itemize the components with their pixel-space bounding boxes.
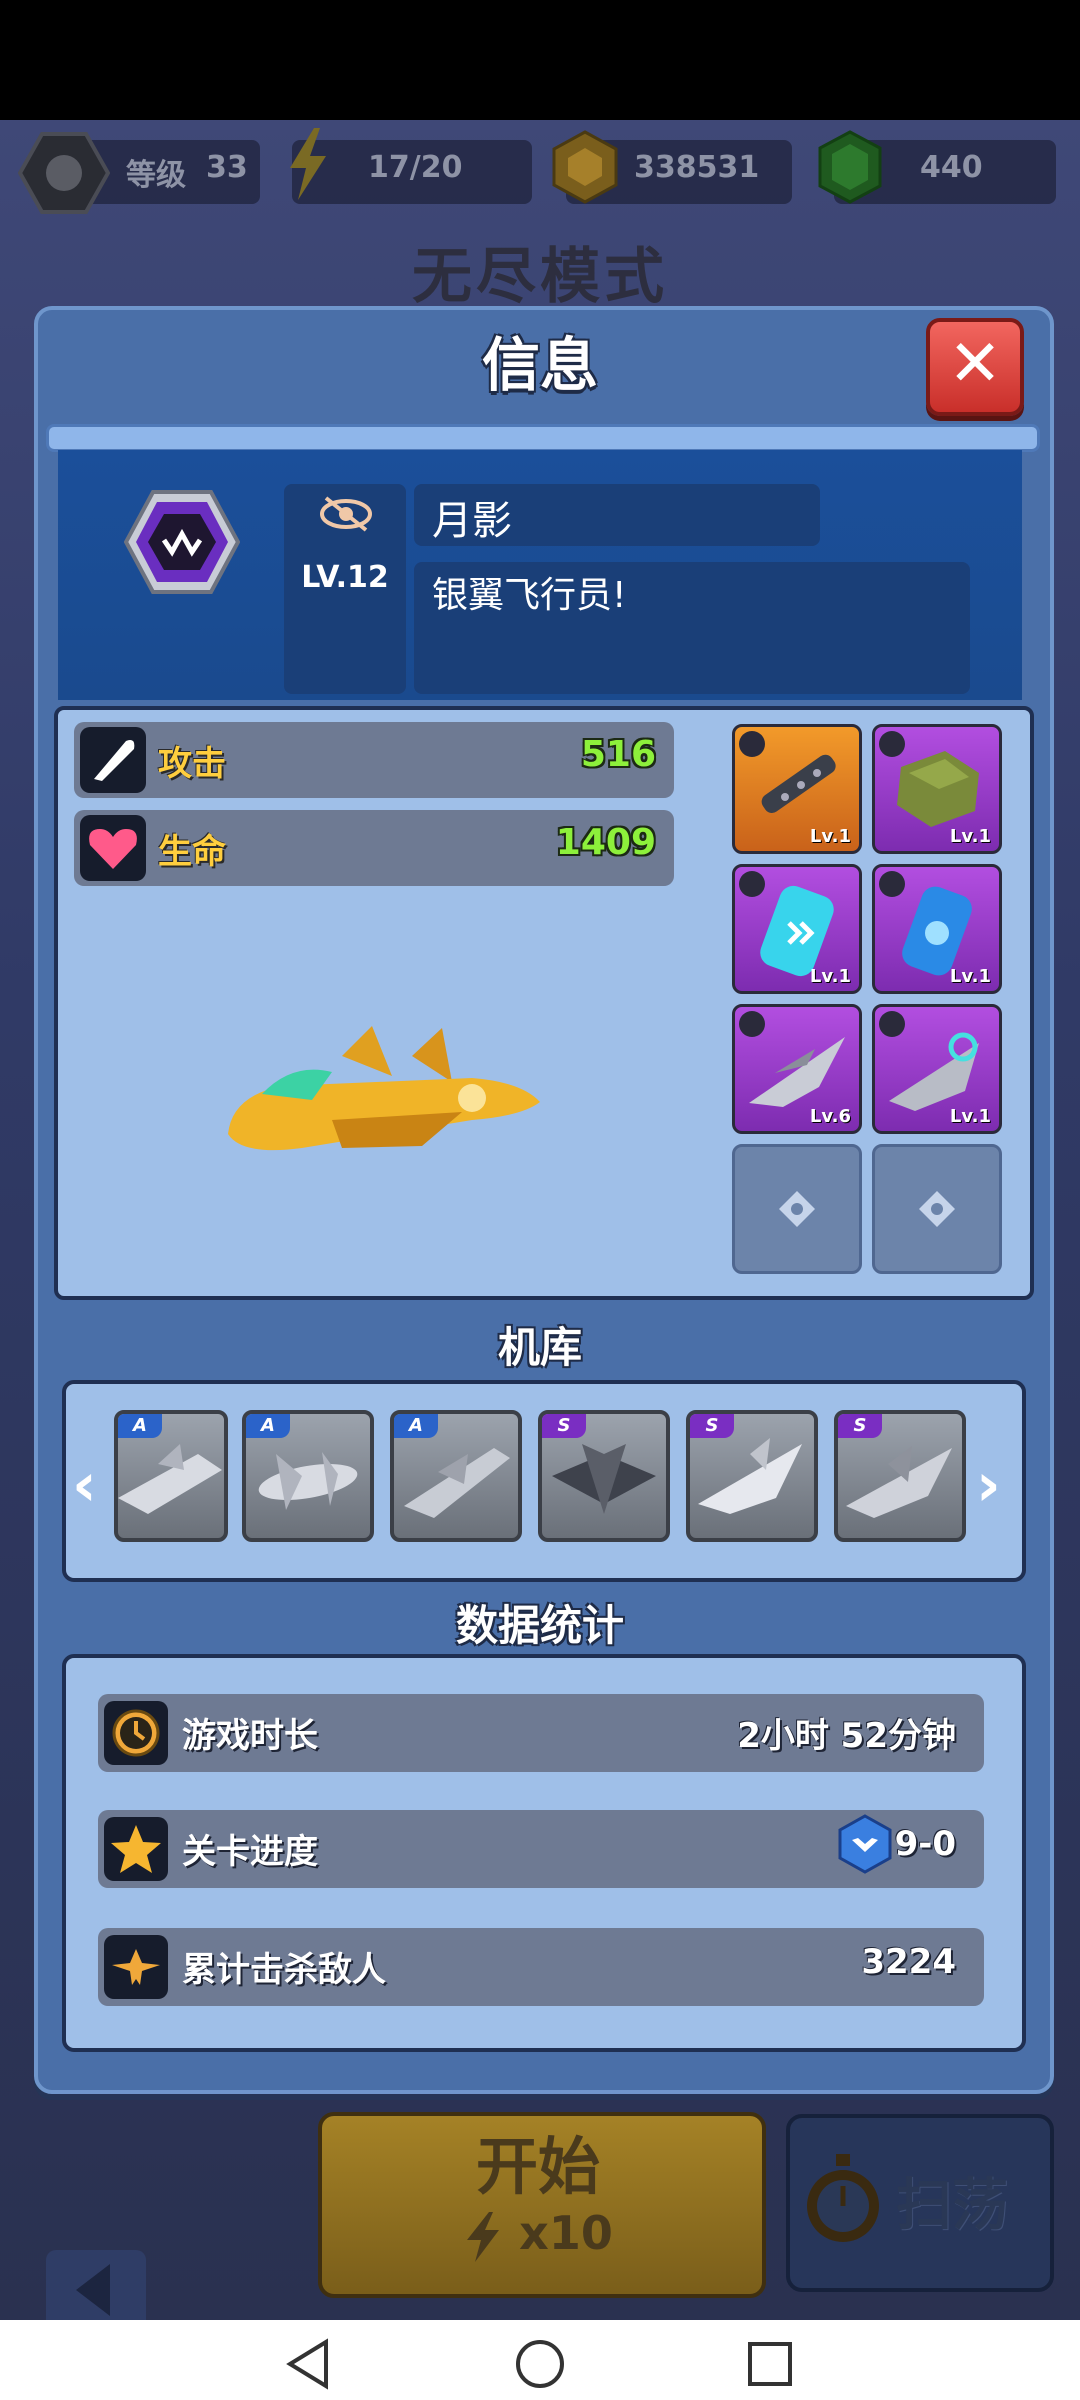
start-label: 开始 — [475, 2130, 600, 2203]
coin-icon — [552, 130, 618, 204]
coins-value: 338531 — [634, 150, 760, 185]
stage-progress-label: 关卡进度 — [182, 1832, 318, 1872]
attack-icon — [80, 727, 146, 793]
equip-slot-cannon[interactable]: Lv.1 — [732, 724, 862, 854]
back-button[interactable] — [46, 2250, 146, 2330]
hangar-ship[interactable]: A — [242, 1410, 374, 1542]
hangar-right-arrow-icon[interactable]: › — [976, 1450, 1001, 1520]
enemy-plane-icon — [104, 1935, 168, 1999]
empty-slot[interactable] — [732, 1144, 862, 1274]
modal-title: 信息 — [481, 331, 598, 399]
system-nav-bar — [0, 2320, 1080, 2400]
drone-tag-icon — [739, 1011, 765, 1037]
level-value: 33 — [206, 150, 248, 185]
empty-slot-icon — [919, 1191, 955, 1227]
slot-level: Lv.1 — [949, 966, 991, 987]
stage-shield-icon — [838, 1814, 892, 1874]
hangar-ship[interactable]: A — [390, 1410, 522, 1542]
rank-tag: A — [394, 1414, 438, 1438]
close-icon: ✕ — [948, 327, 1002, 401]
stage-progress-value: 9-0 — [894, 1824, 956, 1864]
slot-level: Lv.6 — [809, 1106, 851, 1127]
slot-level: Lv.1 — [809, 826, 851, 847]
equip-slot-capsule-blue[interactable]: Lv.1 — [872, 864, 1002, 994]
weapon-tag-icon — [739, 731, 765, 757]
lightning-icon — [467, 2211, 500, 2262]
kills-label: 累计击杀敌人 — [182, 1950, 386, 1990]
gem-icon — [818, 130, 882, 204]
play-time-label: 游戏时长 — [182, 1716, 318, 1756]
hangar-title: 机库 — [497, 1323, 582, 1372]
drone-tag-icon — [879, 1011, 905, 1037]
attack-label: 攻击 — [158, 744, 226, 784]
rank-tag: S — [838, 1414, 882, 1438]
player-level: LV.12 — [301, 560, 389, 595]
nav-back-icon[interactable] — [284, 2338, 332, 2390]
equip-slot-armor[interactable]: Lv.1 — [872, 724, 1002, 854]
hangar-ship[interactable]: S — [538, 1410, 670, 1542]
clock-icon — [104, 1701, 168, 1765]
player-jet-image — [228, 1026, 540, 1151]
star-icon — [104, 1817, 168, 1881]
play-time-value: 2小时 52分钟 — [737, 1716, 956, 1756]
nav-home-icon[interactable] — [514, 2338, 566, 2390]
data-stats-title: 数据统计 — [455, 1601, 624, 1650]
attack-value: 516 — [580, 734, 656, 775]
player-motto: 银翼飞行员! — [432, 575, 627, 616]
player-avatar-icon[interactable] — [18, 130, 110, 216]
hp-value: 1409 — [555, 822, 656, 863]
slot-level: Lv.1 — [949, 1106, 991, 1127]
lightning-icon — [290, 128, 326, 200]
rank-tag: A — [118, 1414, 162, 1438]
gems-value: 440 — [920, 150, 983, 185]
rank-tag: S — [690, 1414, 734, 1438]
kills-value: 3224 — [861, 1942, 956, 1982]
sweep-label: 扫荡 — [896, 2173, 1008, 2238]
hp-label: 生命 — [158, 832, 226, 872]
heart-icon — [80, 815, 146, 881]
rank-badge-icon[interactable] — [124, 490, 240, 594]
hidden-eye-icon[interactable] — [318, 494, 374, 534]
slot-level: Lv.1 — [949, 826, 991, 847]
empty-slot-icon — [779, 1191, 815, 1227]
shield-tag-icon — [879, 731, 905, 757]
hangar-left-arrow-icon[interactable]: ‹ — [72, 1450, 97, 1520]
equip-slot-drone-wing[interactable]: Lv.6 — [732, 1004, 862, 1134]
mode-title: 无尽模式 — [412, 242, 668, 312]
rank-tag: S — [542, 1414, 586, 1438]
hangar-ship[interactable]: S — [686, 1410, 818, 1542]
weapon-tag-icon — [739, 871, 765, 897]
empty-slot[interactable] — [872, 1144, 1002, 1274]
rank-tag: A — [246, 1414, 290, 1438]
hangar-ship[interactable]: A — [114, 1410, 228, 1542]
start-cost: x10 — [318, 2206, 758, 2264]
close-button[interactable]: ✕ — [926, 318, 1024, 416]
slot-level: Lv.1 — [809, 966, 851, 987]
hangar-ship[interactable]: S — [834, 1410, 966, 1542]
modal-divider — [46, 424, 1040, 452]
start-cost-value: x10 — [519, 2206, 613, 2260]
energy-value: 17/20 — [368, 150, 463, 185]
player-name: 月影 — [432, 498, 512, 544]
back-arrow-icon — [76, 2264, 110, 2316]
equip-slot-drone-turret[interactable]: Lv.1 — [872, 1004, 1002, 1134]
equip-slot-capsule-cyan[interactable]: Lv.1 — [732, 864, 862, 994]
status-bar — [0, 0, 1080, 120]
stopwatch-icon — [807, 2154, 879, 2242]
nav-recents-icon[interactable] — [744, 2338, 796, 2390]
level-label: 等级 — [126, 158, 186, 193]
weapon-tag-icon — [879, 871, 905, 897]
